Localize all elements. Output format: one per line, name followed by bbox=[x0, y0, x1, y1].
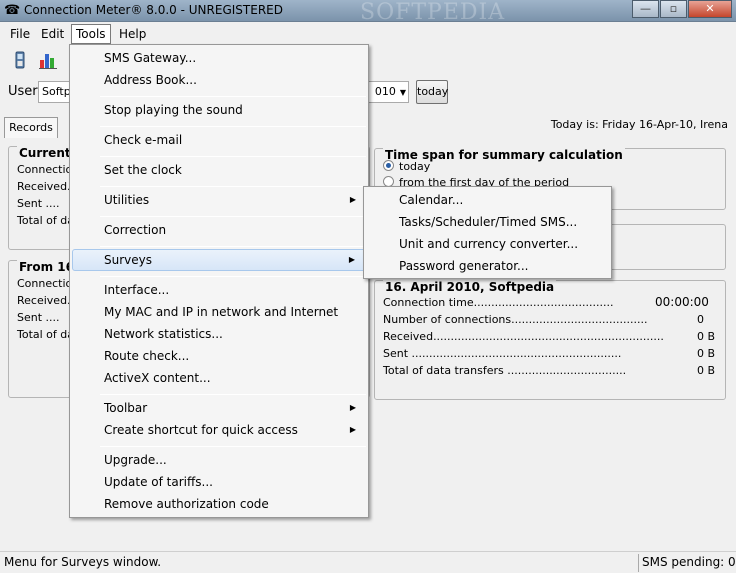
chevron-down-icon[interactable]: ▼ bbox=[400, 88, 406, 97]
menu-separator bbox=[100, 156, 366, 157]
menu-item-my-mac-ip[interactable]: My MAC and IP in network and Internet bbox=[72, 301, 366, 323]
window-title: Connection Meter® 8.0.0 - UNREGISTERED bbox=[24, 3, 283, 17]
menu-item-sms-gateway[interactable]: SMS Gateway... bbox=[72, 47, 366, 69]
title-bar: ☎ Connection Meter® 8.0.0 - UNREGISTERED… bbox=[0, 0, 736, 25]
statistics-chart-icon[interactable] bbox=[38, 50, 58, 70]
submenu-item-password-generator[interactable]: Password generator... bbox=[366, 255, 609, 277]
menu-separator bbox=[100, 186, 366, 187]
menu-separator bbox=[100, 126, 366, 127]
menu-item-activex[interactable]: ActiveX content... bbox=[72, 367, 366, 389]
utilities-label: Utilities bbox=[104, 193, 150, 207]
connections-count-value: 0 bbox=[697, 313, 704, 326]
menu-item-remove-auth[interactable]: Remove authorization code bbox=[72, 493, 366, 515]
menu-item-address-book[interactable]: Address Book... bbox=[72, 69, 366, 91]
menu-tools[interactable]: Tools bbox=[71, 24, 111, 44]
tools-menu: SMS Gateway... Address Book... Stop play… bbox=[69, 44, 369, 518]
summary-row-label: Connection time.........................… bbox=[383, 296, 614, 309]
menu-item-network-statistics[interactable]: Network statistics... bbox=[72, 323, 366, 345]
date-value: 010 bbox=[374, 85, 396, 98]
menu-separator bbox=[100, 446, 366, 447]
date-picker[interactable]: 010 ▼ bbox=[362, 81, 409, 103]
current-received-row: Received.. bbox=[17, 180, 75, 193]
user-label: User bbox=[8, 84, 38, 99]
submenu-item-tasks[interactable]: Tasks/Scheduler/Timed SMS... bbox=[366, 211, 609, 233]
from-received-row: Received.. bbox=[17, 294, 75, 307]
sent-value: 0 B bbox=[697, 347, 716, 360]
connection-time-label: Connection time bbox=[383, 296, 474, 309]
create-shortcut-label: Create shortcut for quick access bbox=[104, 423, 298, 437]
minimize-button[interactable]: — bbox=[632, 0, 659, 18]
menu-help[interactable]: Help bbox=[114, 25, 151, 43]
menu-item-upgrade[interactable]: Upgrade... bbox=[72, 449, 366, 471]
menu-item-toolbar[interactable]: Toolbar ▶ bbox=[72, 397, 366, 419]
menu-item-correction[interactable]: Correction bbox=[72, 219, 366, 241]
from-sent-row: Sent .... bbox=[17, 311, 60, 324]
connection-time-value: 00:00:00 bbox=[655, 295, 709, 309]
status-bar: Menu for Surveys window. SMS pending: 0 bbox=[0, 551, 736, 573]
window-controls: — ▫ ✕ bbox=[631, 0, 732, 18]
radio-today-label: today bbox=[399, 160, 431, 173]
menu-item-update-tariffs[interactable]: Update of tariffs... bbox=[72, 471, 366, 493]
toolbar-label: Toolbar bbox=[104, 401, 148, 415]
summary-row-label: Received................................… bbox=[383, 330, 664, 343]
menu-file[interactable]: File bbox=[5, 25, 35, 43]
submenu-arrow-icon: ▶ bbox=[349, 195, 356, 204]
radio-checked-icon[interactable] bbox=[383, 160, 394, 171]
summary-row-label: Total of data transfers ................… bbox=[383, 364, 627, 377]
mobile-phone-icon[interactable] bbox=[10, 50, 30, 70]
menu-item-utilities[interactable]: Utilities ▶ bbox=[72, 189, 366, 211]
menu-separator bbox=[100, 394, 366, 395]
surveys-label: Surveys bbox=[104, 253, 152, 267]
sent-label: Sent bbox=[383, 347, 409, 360]
close-button[interactable]: ✕ bbox=[688, 0, 732, 18]
sms-pending: SMS pending: 0 bbox=[642, 555, 736, 569]
menu-item-surveys[interactable]: Surveys ▶ bbox=[72, 249, 366, 271]
received-label: Received bbox=[383, 330, 434, 343]
menu-separator bbox=[100, 276, 366, 277]
menu-item-interface[interactable]: Interface... bbox=[72, 279, 366, 301]
menu-separator bbox=[100, 216, 366, 217]
menu-item-route-check[interactable]: Route check... bbox=[72, 345, 366, 367]
today-button[interactable]: today bbox=[416, 80, 448, 104]
menu-item-check-email[interactable]: Check e-mail bbox=[72, 129, 366, 151]
today-info: Today is: Friday 16-Apr-10, Irena bbox=[550, 118, 728, 131]
current-sent-row: Sent .... bbox=[17, 197, 60, 210]
total-transfers-label: Total of data transfers bbox=[383, 364, 504, 377]
received-value: 0 B bbox=[697, 330, 716, 343]
menu-separator bbox=[100, 246, 366, 247]
menu-item-set-clock[interactable]: Set the clock bbox=[72, 159, 366, 181]
surveys-submenu: Calendar... Tasks/Scheduler/Timed SMS...… bbox=[363, 186, 612, 279]
summary-title: 16. April 2010, Softpedia bbox=[383, 280, 557, 294]
menu-edit[interactable]: Edit bbox=[36, 25, 69, 43]
tab-records[interactable]: Records bbox=[4, 117, 58, 138]
watermark-text: SOFTPEDIA bbox=[360, 0, 506, 25]
summary-row-label: Number of connections...................… bbox=[383, 313, 648, 326]
phone-icon[interactable]: ☎ bbox=[4, 3, 20, 19]
submenu-arrow-icon: ▶ bbox=[349, 425, 356, 434]
submenu-item-unit-converter[interactable]: Unit and currency converter... bbox=[366, 233, 609, 255]
menu-separator bbox=[100, 96, 366, 97]
radio-today[interactable]: today bbox=[383, 160, 430, 173]
status-divider bbox=[638, 554, 639, 572]
total-transfers-value: 0 B bbox=[697, 364, 716, 377]
maximize-button[interactable]: ▫ bbox=[660, 0, 687, 18]
summary-panel: 16. April 2010, Softpedia Connection tim… bbox=[374, 280, 726, 400]
menu-item-stop-sound[interactable]: Stop playing the sound bbox=[72, 99, 366, 121]
connections-count-label: Number of connections bbox=[383, 313, 512, 326]
submenu-arrow-icon: ▶ bbox=[348, 255, 355, 264]
submenu-arrow-icon: ▶ bbox=[349, 403, 356, 412]
status-message: Menu for Surveys window. bbox=[4, 555, 162, 569]
submenu-item-calendar[interactable]: Calendar... bbox=[366, 189, 609, 211]
menu-item-create-shortcut[interactable]: Create shortcut for quick access ▶ bbox=[72, 419, 366, 441]
menu-bar: File Edit Tools Help bbox=[0, 24, 736, 44]
summary-row-label: Sent ...................................… bbox=[383, 347, 622, 360]
